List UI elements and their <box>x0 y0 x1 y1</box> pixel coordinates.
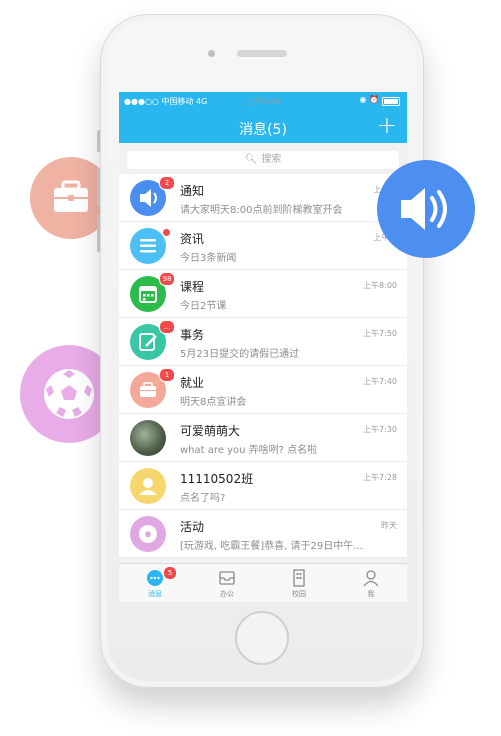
message-time: 上午7:40 <box>363 377 397 386</box>
tab-badge: 5 <box>163 566 177 580</box>
message-name: 通知 <box>180 184 205 198</box>
message-preview: [玩游戏, 吃霸王餐]恭喜, 请于29日中午... <box>180 541 363 552</box>
news-list-icon <box>140 239 156 253</box>
speaker-icon <box>401 188 447 230</box>
earpiece <box>237 50 287 57</box>
tab-campus[interactable]: 校园 <box>263 564 335 602</box>
soccer-ball-icon <box>139 525 157 543</box>
message-name: 可爱萌萌大 <box>180 424 241 438</box>
photo-avatar <box>130 420 166 456</box>
list-item[interactable]: 1 就业 明天8点宣讲会 上午7:40 <box>119 366 407 414</box>
inbox-icon <box>217 569 237 587</box>
message-preview: 5月23日提交的请假已通过 <box>180 349 300 360</box>
search-placeholder: 搜索 <box>261 154 282 165</box>
plus-icon[interactable]: + <box>377 113 397 137</box>
activity-avatar <box>130 516 166 552</box>
message-preview: 今日2节课 <box>180 301 227 312</box>
unread-dot <box>162 228 171 237</box>
list-item[interactable]: 98 课程 今日2节课 上午8:00 <box>119 270 407 318</box>
message-time: 上午8:00 <box>363 281 397 290</box>
message-name: 11110502班 <box>180 472 254 486</box>
list-item[interactable]: 活动 [玩游戏, 吃霸王餐]恭喜, 请于29日中午... 昨天 <box>119 510 407 558</box>
tab-me[interactable]: 我 <box>335 564 407 602</box>
message-preview: 明天8点宣讲会 <box>180 397 247 408</box>
message-time: 上午7:28 <box>363 473 397 482</box>
page-title: 消息(5) <box>239 122 287 138</box>
search-input[interactable]: 🔍︎ 搜索 <box>127 151 399 169</box>
list-item[interactable]: 11110502班 点名了吗? 上午7:28 <box>119 462 407 510</box>
list-item[interactable]: 可爱萌萌大 what are you 弄啥咧? 点名啦 上午7:30 <box>119 414 407 462</box>
phone-screen: ●●●○○ 中国移动 4G 上午9:46 ◉ ⏰ 消息(5) + 🔍︎ 搜索 2 … <box>119 92 407 602</box>
status-icons: ◉ ⏰ <box>359 95 379 104</box>
tab-label: 消息 <box>148 590 162 598</box>
group-icon <box>139 478 157 495</box>
home-button[interactable] <box>235 611 289 665</box>
unread-badge: … <box>159 320 175 334</box>
tab-bar: 5 消息 办公 校园 我 <box>119 563 407 602</box>
unread-badge: 2 <box>159 176 175 190</box>
unread-badge: 1 <box>159 368 175 382</box>
message-list: 2 通知 请大家明天8:00点前到阶梯教室开会 上午9: 资讯 今日3条新闻 上… <box>119 174 407 558</box>
group-avatar <box>130 468 166 504</box>
nav-bar: 消息(5) + <box>119 111 407 143</box>
message-time: 上午7:30 <box>363 425 397 434</box>
message-name: 活动 <box>180 520 205 534</box>
tab-label: 我 <box>367 590 375 598</box>
tab-label: 办公 <box>220 590 234 598</box>
chat-icon <box>145 569 165 587</box>
message-name: 事务 <box>180 328 205 342</box>
list-item[interactable]: 资讯 今日3条新闻 上午8: <box>119 222 407 270</box>
front-camera <box>208 50 215 57</box>
message-name: 就业 <box>180 376 205 390</box>
message-time: 昨天 <box>381 521 397 530</box>
tab-office[interactable]: 办公 <box>191 564 263 602</box>
unread-badge: 98 <box>159 272 175 286</box>
tab-messages[interactable]: 5 消息 <box>119 564 191 602</box>
speaker-bubble <box>377 160 475 258</box>
battery-icon <box>382 97 400 106</box>
message-preview: 请大家明天8:00点前到阶梯教室开会 <box>180 205 343 216</box>
message-preview: 点名了吗? <box>180 493 226 504</box>
message-preview: 今日3条新闻 <box>180 253 237 264</box>
list-item[interactable]: … 事务 5月23日提交的请假已通过 上午7:50 <box>119 318 407 366</box>
search-icon: 🔍︎ <box>244 154 258 165</box>
message-name: 资讯 <box>180 232 205 246</box>
news-avatar <box>130 228 166 264</box>
list-item[interactable]: 2 通知 请大家明天8:00点前到阶梯教室开会 上午9: <box>119 174 407 222</box>
status-bar: ●●●○○ 中国移动 4G 上午9:46 ◉ ⏰ <box>119 92 407 111</box>
tab-label: 校园 <box>292 590 306 598</box>
search-area: 🔍︎ 搜索 <box>119 143 407 174</box>
message-preview: what are you 弄啥咧? 点名啦 <box>180 445 318 456</box>
person-icon <box>361 569 381 587</box>
building-icon <box>289 569 309 587</box>
message-time: 上午7:50 <box>363 329 397 338</box>
message-name: 课程 <box>180 280 205 294</box>
